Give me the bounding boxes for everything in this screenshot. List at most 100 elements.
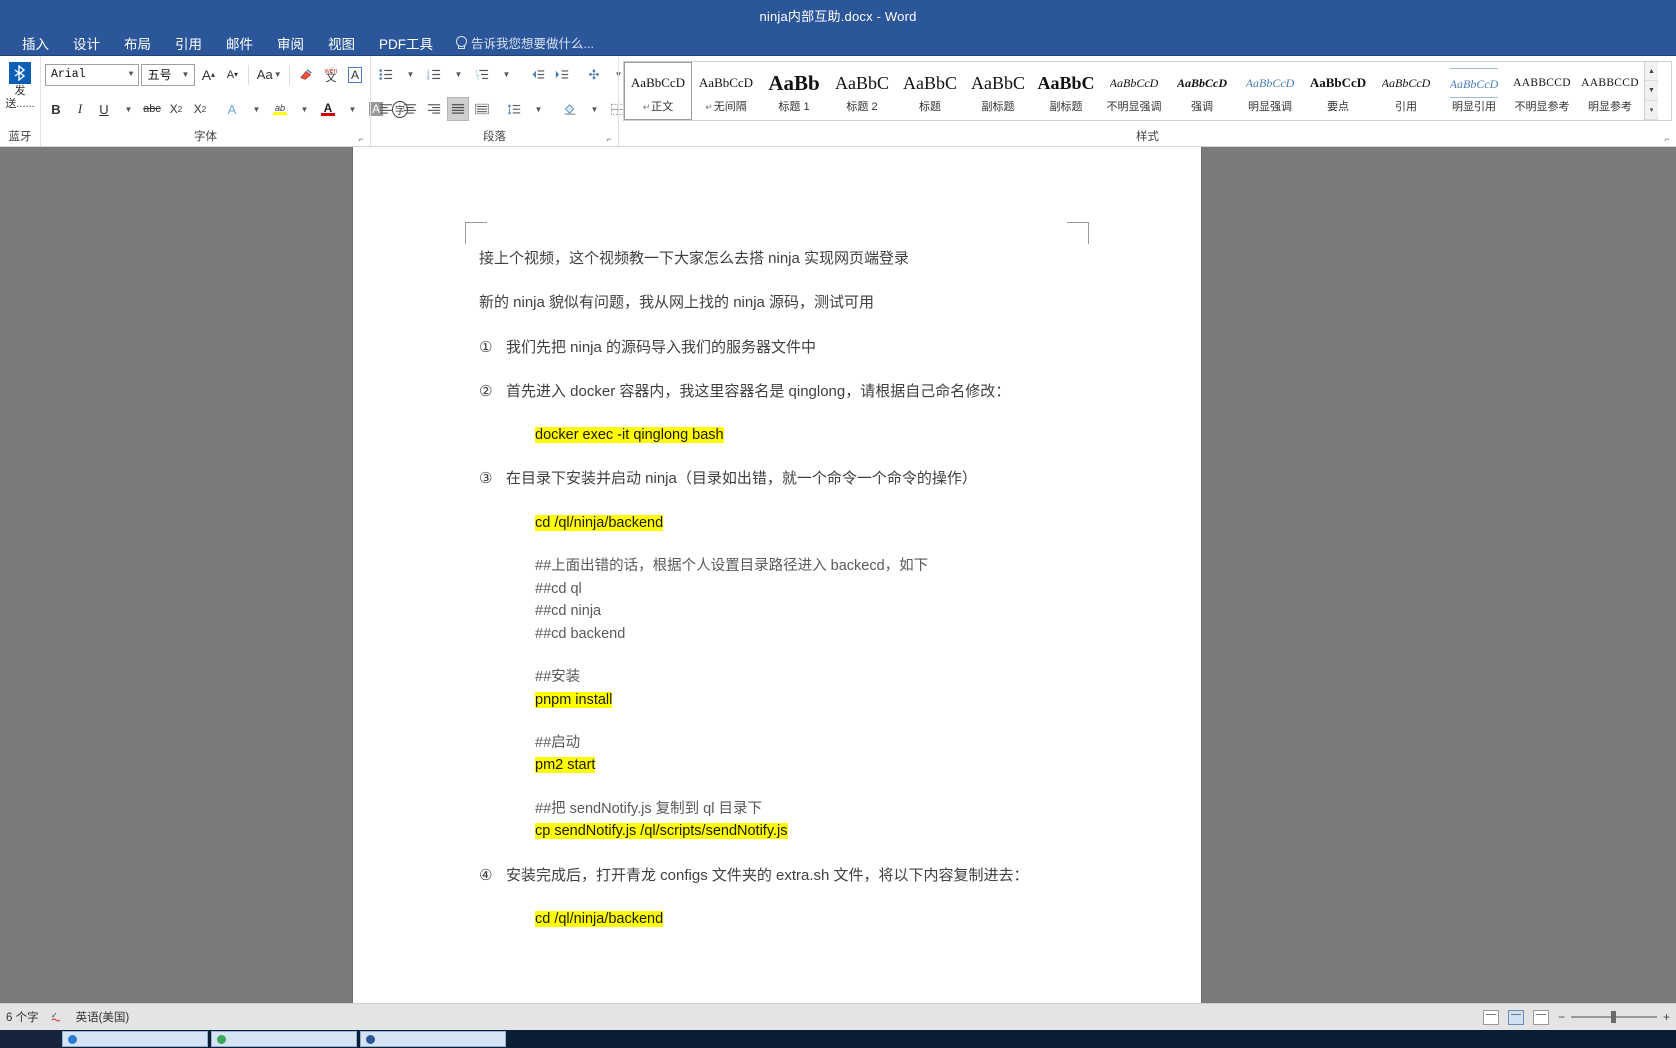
styles-gallery-scrollbar[interactable]: ▲ ▼ ▾: [1644, 62, 1658, 120]
document-page[interactable]: 接上个视频，这个视频教一下大家怎么去搭 ninja 实现网页端登录 新的 nin…: [353, 147, 1201, 1003]
font-color-caret-icon[interactable]: ▼: [341, 97, 363, 121]
italic-button[interactable]: I: [69, 97, 91, 121]
shading-button[interactable]: [559, 97, 581, 121]
code-line: pnpm install: [535, 689, 1101, 711]
font-size-dropdown-icon[interactable]: ▼: [178, 70, 192, 79]
style-item-heading-2[interactable]: AaBbC 标题 2: [828, 62, 896, 120]
styles-more-icon[interactable]: ▾: [1645, 100, 1658, 120]
bold-button[interactable]: B: [45, 97, 67, 121]
ribbon-group-label-font: 字体: [194, 131, 217, 143]
zoom-in-button[interactable]: +: [1663, 1010, 1670, 1024]
text-effects-button[interactable]: A: [221, 97, 243, 121]
show-formatting-marks-button[interactable]: ✣: [583, 63, 605, 87]
zoom-slider-track[interactable]: [1570, 1011, 1657, 1023]
character-border-button[interactable]: A: [344, 63, 366, 87]
text-effects-caret-icon[interactable]: ▼: [245, 97, 267, 121]
superscript-button[interactable]: X2: [189, 97, 211, 121]
style-item-heading-1[interactable]: AaBb 标题 1: [760, 62, 828, 120]
zoom-slider-thumb[interactable]: [1610, 1011, 1616, 1023]
ribbon-tab-view[interactable]: 视图: [316, 30, 367, 56]
proofing-errors-icon[interactable]: ✓: [51, 1009, 64, 1025]
print-layout-button[interactable]: [1507, 1009, 1524, 1025]
align-left-button[interactable]: [375, 97, 397, 121]
distributed-align-button[interactable]: [471, 97, 493, 121]
ribbon-tab-insert[interactable]: 插入: [10, 30, 61, 56]
style-item-title[interactable]: AaBbC 标题: [896, 62, 964, 120]
style-item-subtle-reference[interactable]: AABBCCD 不明显参考: [1508, 62, 1576, 120]
bluetooth-icon[interactable]: [9, 62, 31, 84]
word-count[interactable]: 6 个字: [6, 1009, 39, 1025]
ribbon-tab-review[interactable]: 审阅: [265, 30, 316, 56]
align-center-button[interactable]: [399, 97, 421, 121]
change-case-caret-icon[interactable]: ▼: [274, 70, 282, 79]
taskbar-item-2[interactable]: [211, 1031, 357, 1047]
align-right-button[interactable]: [423, 97, 445, 121]
styles-dialog-launcher[interactable]: ⌐: [1661, 133, 1673, 145]
bullets-button[interactable]: [375, 63, 397, 87]
web-layout-button[interactable]: [1532, 1009, 1549, 1025]
increase-indent-icon: [555, 70, 569, 79]
pilcrow-icon: ↵: [705, 102, 713, 112]
language-indicator[interactable]: 英语(美国): [76, 1009, 130, 1025]
numbering-button[interactable]: 1 2 3: [423, 63, 445, 87]
multilevel-list-caret-icon[interactable]: ▼: [495, 63, 517, 87]
bullets-caret-icon[interactable]: ▼: [399, 63, 421, 87]
font-name-combo[interactable]: Arial ▼: [45, 63, 140, 86]
underline-button[interactable]: U: [93, 97, 115, 121]
style-item-subtitle-bold[interactable]: AaBbC 副标题: [1032, 62, 1100, 120]
styles-scroll-up-icon[interactable]: ▲: [1645, 62, 1658, 82]
change-case-button[interactable]: Aa ▼: [254, 63, 284, 87]
strikethrough-button[interactable]: abc: [141, 97, 163, 121]
styles-scroll-down-icon[interactable]: ▼: [1645, 81, 1658, 101]
style-item-intense-quote[interactable]: AaBbCcD 明显引用: [1440, 62, 1508, 120]
style-item-zhengwen[interactable]: AaBbCcD ↵正文: [624, 62, 692, 120]
subscript-button[interactable]: X2: [165, 97, 187, 121]
read-mode-button[interactable]: [1482, 1009, 1499, 1025]
shrink-font-button[interactable]: A ▾: [221, 63, 243, 87]
font-name-dropdown-icon[interactable]: ▼: [126, 70, 137, 79]
font-separator-1: [248, 64, 250, 85]
style-item-strong[interactable]: AaBbCcD 要点: [1304, 62, 1372, 120]
tell-me-box[interactable]: 告诉我您想要做什么...: [455, 33, 594, 52]
font-color-button[interactable]: A: [317, 97, 339, 121]
zoom-out-button[interactable]: −: [1558, 1010, 1565, 1024]
style-name: 明显参考: [1588, 101, 1632, 113]
style-item-subtle-emphasis[interactable]: AaBbCcD 不明显强调: [1100, 62, 1168, 120]
font-dialog-launcher[interactable]: ⌐: [355, 133, 367, 145]
text-highlight-caret-icon[interactable]: ▼: [293, 97, 315, 121]
start-button[interactable]: [0, 1030, 62, 1048]
paragraph-dialog-launcher[interactable]: ⌐: [603, 133, 615, 145]
style-item-subtitle[interactable]: AaBbC 副标题: [964, 62, 1032, 120]
taskbar-item-3[interactable]: [360, 1031, 506, 1047]
style-item-emphasis[interactable]: AaBbCcD 强调: [1168, 62, 1236, 120]
ribbon-tab-mailings[interactable]: 邮件: [214, 30, 265, 56]
line-spacing-caret-icon[interactable]: ▼: [527, 97, 549, 121]
grow-font-button[interactable]: A ▴: [197, 63, 219, 87]
pilcrow-icon: ↵: [642, 102, 651, 112]
text-highlight-button[interactable]: ab: [269, 97, 291, 121]
ribbon-tab-bar: 插入 设计 布局 引用 邮件 审阅 视图 PDF工具 告诉我您想要做什么...: [0, 30, 1676, 56]
style-item-wujiange[interactable]: AaBbCcD ↵无间隔: [692, 62, 760, 120]
style-item-quote[interactable]: AaBbCcD 引用: [1372, 62, 1440, 120]
decrease-indent-button[interactable]: [527, 63, 549, 87]
numbering-caret-icon[interactable]: ▼: [447, 63, 469, 87]
justify-button[interactable]: [447, 97, 469, 121]
ribbon-tab-pdf-tools[interactable]: PDF工具: [367, 30, 445, 56]
style-name: 副标题: [981, 101, 1015, 113]
ribbon-tab-references[interactable]: 引用: [163, 30, 214, 56]
document-body[interactable]: 接上个视频，这个视频教一下大家怎么去搭 ninja 实现网页端登录 新的 nin…: [479, 247, 1101, 952]
style-item-intense-emphasis[interactable]: AaBbCcD 明显强调: [1236, 62, 1304, 120]
increase-indent-button[interactable]: [551, 63, 573, 87]
phonetic-guide-button[interactable]: wén 文: [320, 63, 342, 87]
taskbar-item-1[interactable]: [62, 1031, 208, 1047]
ribbon-tab-design[interactable]: 设计: [61, 30, 112, 56]
style-item-intense-reference[interactable]: AABBCCD 明显参考: [1576, 62, 1644, 120]
underline-caret-icon[interactable]: ▼: [117, 97, 139, 121]
font-size-combo[interactable]: 五号 ▼: [141, 63, 196, 86]
shading-caret-icon[interactable]: ▼: [583, 97, 605, 121]
zoom-control[interactable]: − +: [1558, 1010, 1670, 1024]
ribbon-tab-layout[interactable]: 布局: [112, 30, 163, 56]
clear-formatting-button[interactable]: [295, 63, 318, 87]
multilevel-list-button[interactable]: 1 a i: [471, 63, 493, 87]
line-spacing-button[interactable]: [503, 97, 525, 121]
